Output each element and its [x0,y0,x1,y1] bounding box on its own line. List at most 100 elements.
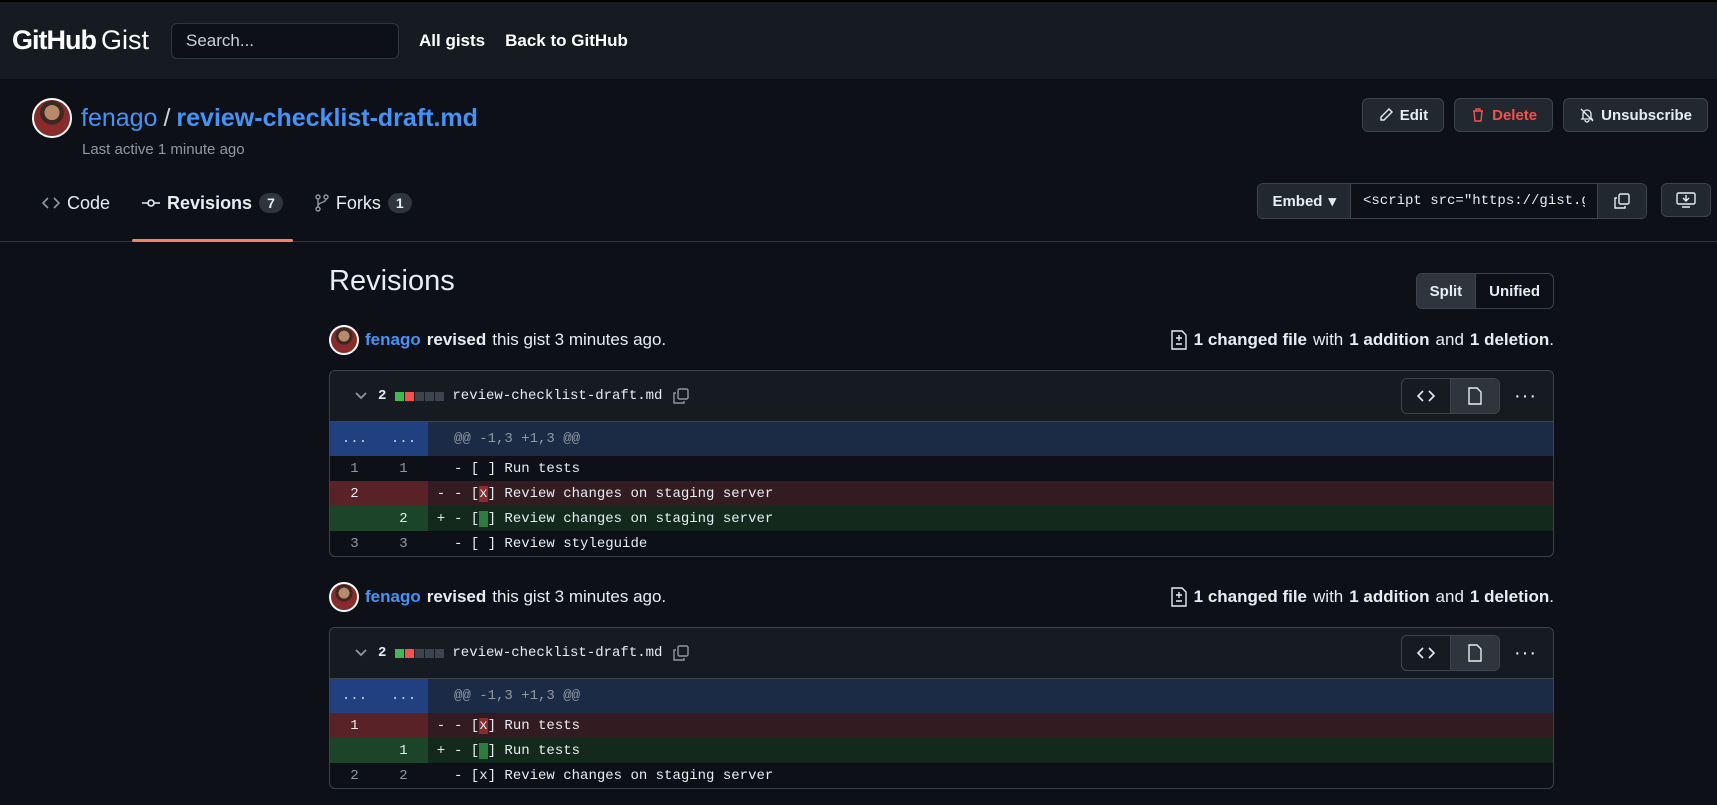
new-line-number[interactable]: 2 [379,763,428,788]
search-input[interactable] [171,22,399,59]
tab-code-label: Code [67,192,111,213]
revision-summary-line: fenago revised this gist 3 minutes ago. … [329,580,1554,614]
old-line-number[interactable]: 2 [330,763,379,788]
old-line-number[interactable] [330,738,379,763]
hunk-header: ...... @@ -1,3 +1,3 @@ [330,679,1553,713]
embed-label: Embed [1272,192,1323,210]
summary-period: . [1549,330,1554,349]
page-title: Revisions [329,265,455,297]
pencil-icon [1380,108,1393,121]
edit-button[interactable]: Edit [1361,98,1445,132]
rich-view-button[interactable] [1450,636,1500,670]
file-name[interactable]: review-checklist-draft.md [452,645,662,661]
new-line-number[interactable]: 2 [379,506,428,531]
gist-actions: Edit Delete Unsubscribe [1361,98,1708,132]
revision-summary-line: fenago revised this gist 3 minutes ago. … [329,323,1554,357]
diffstat-bar [395,648,445,658]
diff-view-toggle: Split Unified [1415,273,1554,309]
changed-files-count: 1 changed file [1193,330,1308,349]
source-view-button[interactable] [1402,379,1450,413]
table-row: 1 1 - [ ] Run tests [330,456,1553,481]
source-view-button[interactable] [1402,636,1450,670]
tab-revisions[interactable]: Revisions 7 [132,164,293,242]
expand-down[interactable]: ... [379,422,428,456]
delete-button[interactable]: Delete [1454,98,1554,132]
logo-secondary: Gist [100,25,149,55]
summary-with: with [1313,330,1344,349]
diff-sign: + [428,506,454,531]
revision-verb: revised [426,330,487,349]
copy-embed-button[interactable] [1597,184,1646,218]
revision-item: fenago revised this gist 3 minutes ago. … [329,580,1554,789]
embed-dropdown[interactable]: Embed ▾ [1258,184,1351,218]
unsubscribe-label: Unsubscribe [1601,106,1692,124]
split-button[interactable]: Split [1416,274,1477,308]
diff-sign: - [428,481,454,506]
trash-icon [1473,108,1484,122]
new-line-number[interactable]: 1 [379,456,428,481]
file-name[interactable]: review-checklist-draft.md [452,388,662,404]
embed-url-input[interactable] [1351,184,1597,218]
avatar[interactable] [32,98,72,138]
rich-view-button[interactable] [1450,379,1500,413]
diff-sign [428,456,454,481]
download-desktop-button[interactable] [1661,183,1711,217]
tab-code[interactable]: Code [32,164,120,242]
forks-count: 1 [387,193,412,213]
hunk-text: @@ -1,3 +1,3 @@ [454,679,1553,713]
owner-link[interactable]: fenago [81,104,157,132]
line-content: - [ ] Run tests [454,460,581,477]
revisions-count: 7 [259,193,283,213]
more-options-icon[interactable]: ··· [1514,385,1537,408]
delete-label: Delete [1492,106,1538,124]
file-icon [1468,644,1482,662]
tab-forks-label: Forks [335,192,381,213]
changed-files-count: 1 changed file [1193,587,1308,606]
gist-header: fenago / review-checklist-draft.md Last ac… [0,79,1717,242]
gist-filename-link[interactable]: review-checklist-draft.md [176,104,478,132]
chevron-down-icon[interactable] [354,646,368,660]
author-link[interactable]: fenago [365,330,421,350]
line-content: - [x] Run tests [454,713,1553,738]
avatar[interactable] [329,325,359,355]
unified-button[interactable]: Unified [1476,274,1553,308]
tab-revisions-label: Revisions [167,192,253,213]
copy-icon[interactable] [672,644,690,662]
file-diff: 2 review-checklist-draft.md ··· ...... @… [329,370,1554,557]
expand-down[interactable]: ... [379,679,428,713]
embed-group: Embed ▾ [1257,183,1647,219]
expand-up[interactable]: ... [330,679,379,713]
gist-logo[interactable]: GitHub Gist [12,25,149,56]
new-line-number[interactable]: 1 [379,738,428,763]
new-line-number[interactable] [379,713,428,738]
table-row: 1 - - [x] Run tests [330,713,1553,738]
code-icon [42,197,60,209]
line-content: - [ ] Run tests [454,738,1553,763]
new-line-number[interactable] [379,481,428,506]
old-line-number[interactable]: 1 [330,456,379,481]
old-line-number[interactable]: 2 [330,481,379,506]
old-line-number[interactable]: 3 [330,531,379,556]
more-options-icon[interactable]: ··· [1514,642,1537,665]
diff-sign: + [428,738,454,763]
copy-icon[interactable] [672,387,690,405]
unsubscribe-button[interactable]: Unsubscribe [1563,98,1708,132]
author-link[interactable]: fenago [365,587,421,607]
old-line-number[interactable]: 1 [330,713,379,738]
expand-up[interactable]: ... [330,422,379,456]
table-row: 3 3 - [ ] Review styleguide [330,531,1553,556]
fork-icon [315,194,329,212]
back-to-github-link[interactable]: Back to GitHub [505,31,628,51]
tab-forks[interactable]: Forks 1 [305,164,422,242]
hunk-header: ...... @@ -1,3 +1,3 @@ [330,422,1553,456]
revisions-section: Revisions Split Unified fenago revised t… [329,265,1554,789]
table-row: 2 - - [x] Review changes on staging serv… [330,481,1553,506]
all-gists-link[interactable]: All gists [419,31,485,51]
avatar[interactable] [329,582,359,612]
chevron-down-icon[interactable] [354,389,368,403]
old-line-number[interactable] [330,506,379,531]
new-line-number[interactable]: 3 [379,531,428,556]
change-count: 2 [378,645,387,661]
change-summary: 1 changed file with 1 addition and 1 del… [1170,330,1554,350]
summary-and: and [1435,587,1464,606]
